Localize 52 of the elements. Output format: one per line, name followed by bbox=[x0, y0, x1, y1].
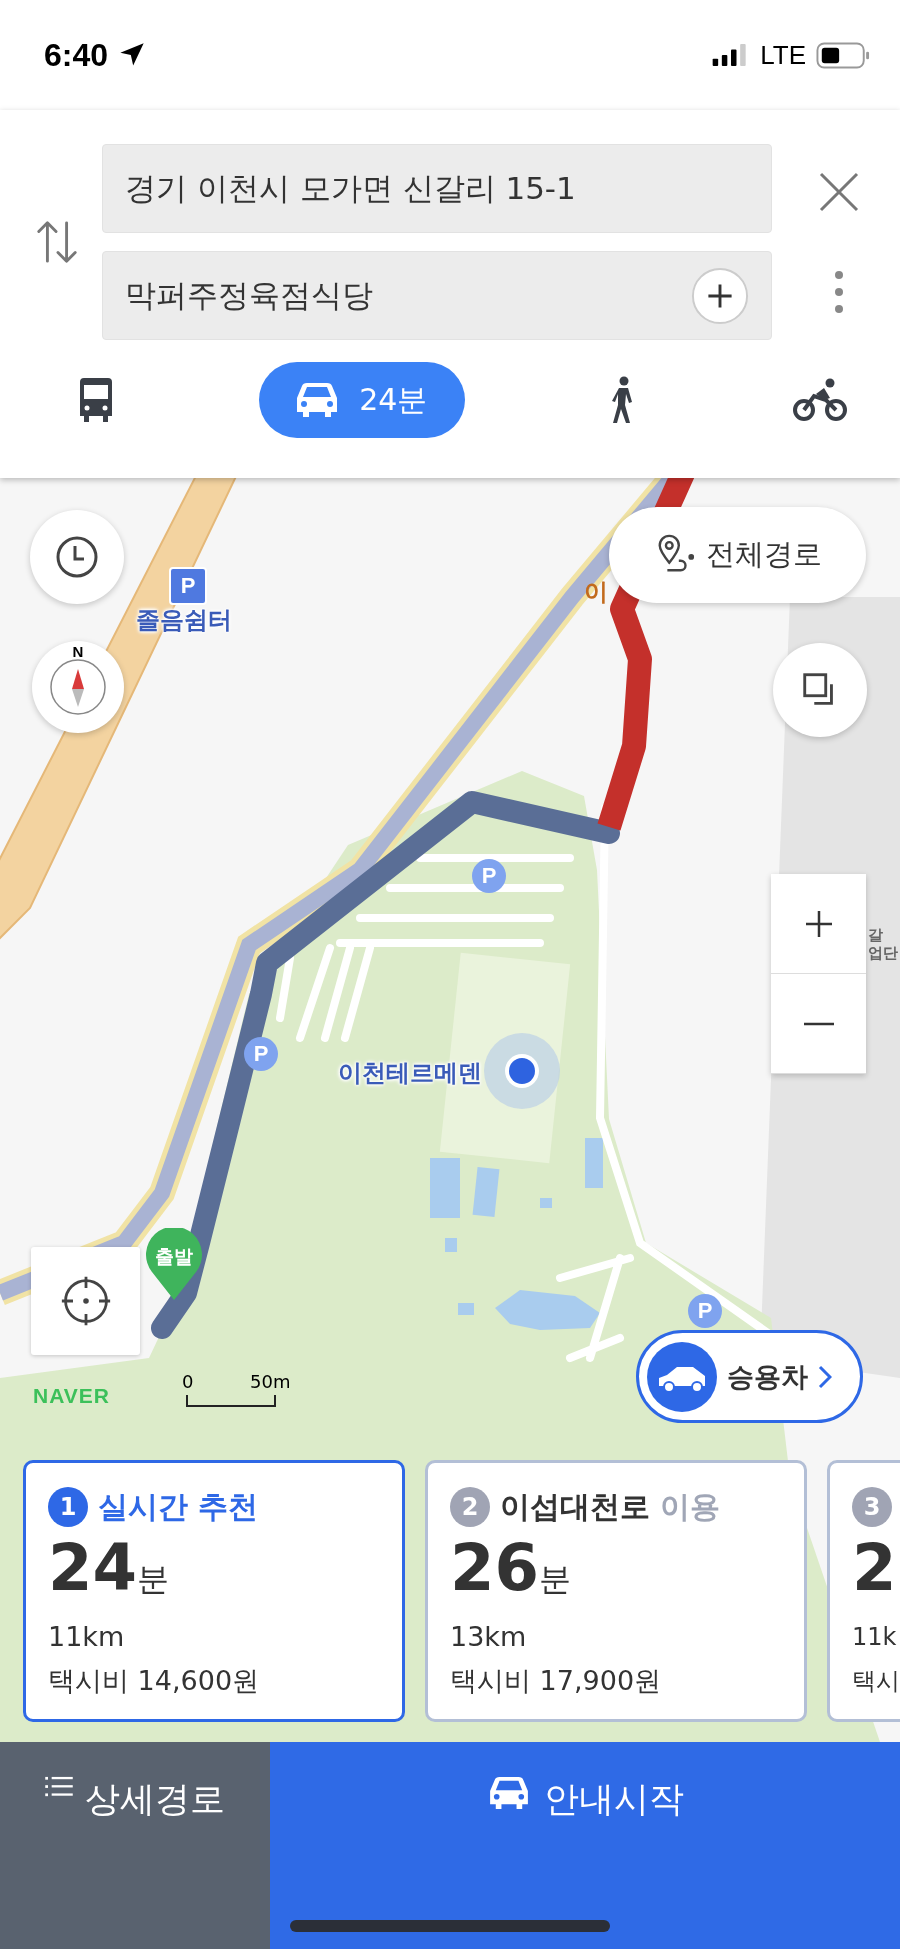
destination-field[interactable]: 막퍼주정육점식당 bbox=[102, 251, 772, 340]
origin-field[interactable]: 경기 이천시 모가면 신갈리 15-1 bbox=[102, 144, 772, 233]
road-label: 이 bbox=[584, 577, 608, 608]
building-label: 업단 bbox=[868, 944, 898, 962]
route-duration: 24 bbox=[48, 1531, 138, 1605]
current-location-icon bbox=[482, 1031, 562, 1111]
duration-unit: 분 bbox=[137, 1559, 170, 1600]
route-duration: 26 bbox=[450, 1531, 540, 1605]
taxi-fare: 택시 bbox=[852, 1666, 900, 1697]
car-icon bbox=[647, 1341, 717, 1412]
taxi-fare: 택시비 14,600원 bbox=[48, 1664, 261, 1698]
scale-label: 50m bbox=[250, 1371, 291, 1392]
route-card[interactable]: 2 이섭대천로 이용 26분 13km 택시비 17,900원 bbox=[425, 1460, 807, 1722]
route-title: 이섭대천로 bbox=[500, 1487, 650, 1526]
status-time: 6:40 bbox=[44, 36, 109, 74]
route-distance: 11km bbox=[48, 1620, 126, 1654]
cyclist-icon bbox=[792, 378, 848, 422]
locate-button[interactable] bbox=[31, 1247, 140, 1355]
car-mode-tab[interactable]: 24분 bbox=[259, 362, 466, 438]
route-title: 실시간 추천 bbox=[98, 1487, 259, 1526]
duration-unit: 분 bbox=[539, 1559, 572, 1600]
crosshair-icon bbox=[59, 1275, 112, 1327]
place-label: 이천테르메덴 bbox=[338, 1058, 482, 1089]
route-number-badge: 2 bbox=[450, 1487, 490, 1527]
full-route-button[interactable]: 전체경로 bbox=[609, 507, 866, 603]
route-card[interactable]: 1 실시간 추천 24분 11km 택시비 14,600원 bbox=[23, 1460, 405, 1722]
route-details-button[interactable]: 상세경로 bbox=[0, 1742, 270, 1949]
compass-icon bbox=[48, 657, 108, 717]
vehicle-type-button[interactable]: 승용차 bbox=[636, 1330, 863, 1423]
taxi-fare: 택시비 17,900원 bbox=[450, 1664, 663, 1698]
route-title-suffix: 이용 bbox=[660, 1487, 720, 1526]
network-label: LTE bbox=[760, 39, 806, 71]
plus-icon bbox=[803, 908, 834, 939]
start-navigation-button[interactable]: 안내시작 bbox=[270, 1742, 900, 1949]
building-label: 갈 bbox=[868, 926, 884, 944]
battery-icon bbox=[816, 41, 870, 69]
scale-label: 0 bbox=[182, 1371, 194, 1392]
route-number-badge: 1 bbox=[48, 1487, 88, 1527]
parking-marker[interactable]: P bbox=[169, 567, 207, 605]
route-distance: 11k bbox=[852, 1622, 898, 1653]
minus-icon bbox=[803, 1021, 834, 1026]
route-number-badge: 3 bbox=[852, 1487, 892, 1527]
list-icon bbox=[45, 1776, 73, 1798]
route-card[interactable]: 3 2 11k 택시 bbox=[827, 1460, 900, 1722]
more-icon[interactable] bbox=[834, 270, 844, 314]
route-duration: 2 bbox=[852, 1531, 897, 1605]
close-icon[interactable] bbox=[817, 170, 861, 214]
add-waypoint-icon[interactable] bbox=[691, 266, 749, 325]
clock-icon bbox=[55, 535, 99, 579]
map-logo: NAVER bbox=[33, 1384, 110, 1408]
chevron-right-icon bbox=[818, 1364, 832, 1389]
route-distance: 13km bbox=[450, 1620, 528, 1654]
